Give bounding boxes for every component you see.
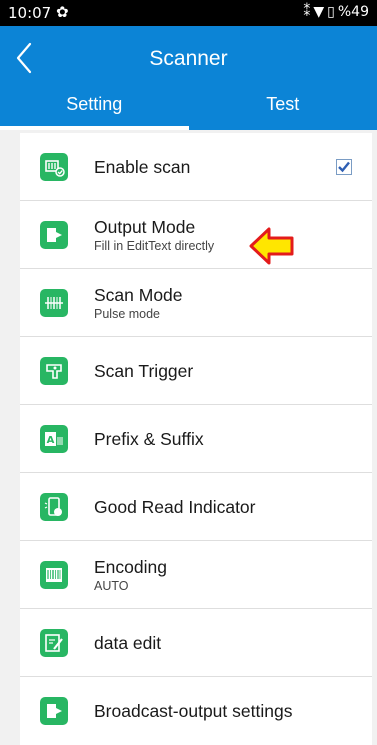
barcode-icon (40, 560, 68, 589)
setting-output-mode[interactable]: Output Mode Fill in EditText directly (20, 201, 372, 269)
tab-label: Test (266, 94, 300, 114)
vibrate-icon: ⁑ (303, 4, 311, 20)
status-bar: 10:07 ✿ ⁑ ▼ ▯ %49 (0, 0, 377, 26)
annotation-arrow-icon (249, 227, 294, 265)
svg-text:A: A (47, 435, 55, 446)
setting-title: Scan Trigger (94, 360, 194, 381)
good-read-indicator-icon (40, 492, 68, 521)
active-tab-indicator (0, 126, 189, 130)
settings-icon: ✿ (56, 3, 69, 21)
checkmark-icon (338, 161, 350, 172)
enable-scan-checkbox[interactable] (336, 158, 352, 175)
setting-scan-mode[interactable]: Scan Mode Pulse mode (20, 269, 372, 337)
setting-title: Enable scan (94, 156, 191, 177)
setting-title: Good Read Indicator (94, 496, 256, 517)
toolbar: Scanner (0, 26, 377, 90)
enable-scan-icon (40, 152, 68, 181)
settings-list: Enable scan Output Mode Fill in EditText… (20, 133, 372, 745)
setting-encoding[interactable]: Encoding AUTO (20, 541, 372, 609)
setting-title: data edit (94, 632, 162, 653)
setting-subtitle: AUTO (94, 578, 129, 593)
battery-icon: ▯ (327, 4, 335, 20)
tab-test[interactable]: Test (189, 90, 377, 130)
output-mode-icon (40, 220, 68, 249)
scan-mode-icon (40, 288, 68, 317)
setting-text: Encoding AUTO (94, 556, 167, 594)
setting-text: Enable scan (94, 156, 190, 178)
wifi-icon: ▼ (313, 4, 325, 20)
scan-trigger-icon (40, 356, 68, 385)
setting-scan-trigger[interactable]: Scan Trigger (20, 337, 372, 405)
setting-text: Broadcast-output settings (94, 700, 292, 722)
setting-text: Prefix & Suffix (94, 428, 204, 450)
setting-text: Good Read Indicator (94, 496, 256, 518)
setting-title: Output Mode (94, 216, 196, 237)
setting-title: Broadcast-output settings (94, 701, 293, 721)
tab-label: Setting (66, 94, 123, 114)
setting-good-read-indicator[interactable]: Good Read Indicator (20, 473, 372, 541)
setting-title: Encoding (94, 556, 167, 577)
setting-data-edit[interactable]: data edit (20, 609, 372, 677)
setting-title: Scan Mode (94, 284, 183, 305)
setting-broadcast-output[interactable]: Broadcast-output settings (20, 677, 372, 745)
status-time: 10:07 (8, 4, 52, 22)
setting-text: Scan Trigger (94, 360, 193, 382)
setting-enable-scan[interactable]: Enable scan (20, 133, 372, 201)
setting-title: Prefix & Suffix (94, 428, 204, 449)
prefix-suffix-icon: A (40, 424, 68, 453)
data-edit-icon (40, 628, 68, 657)
setting-prefix-suffix[interactable]: A Prefix & Suffix (20, 405, 372, 473)
setting-text: Output Mode Fill in EditText directly (94, 216, 214, 254)
setting-subtitle: Fill in EditText directly (94, 238, 215, 253)
page-title: Scanner (149, 47, 228, 70)
battery-level: %49 (337, 4, 369, 20)
broadcast-output-icon (40, 697, 68, 725)
system-icons: ⁑ ▼ ▯ %49 (303, 4, 369, 20)
tab-setting[interactable]: Setting (0, 90, 189, 130)
setting-text: data edit (94, 632, 161, 654)
setting-text: Scan Mode Pulse mode (94, 284, 183, 322)
setting-subtitle: Pulse mode (94, 306, 161, 321)
tab-bar: Setting Test (0, 90, 377, 130)
